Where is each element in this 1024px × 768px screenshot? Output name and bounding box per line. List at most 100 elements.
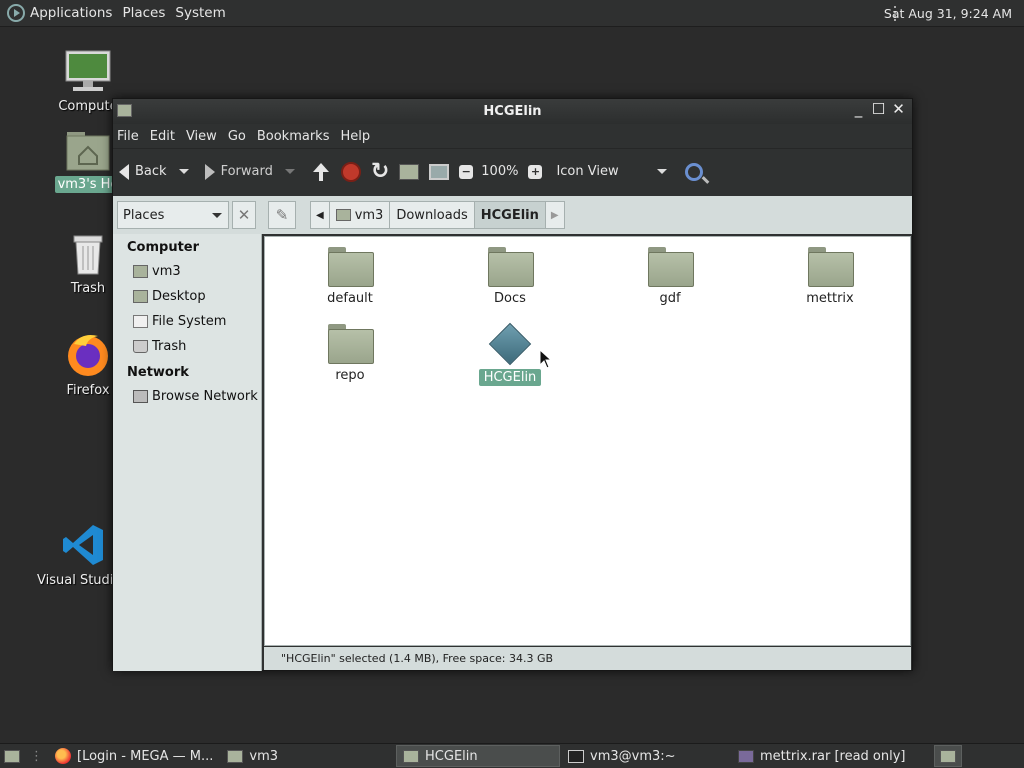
- forward-arrow-icon: [204, 163, 215, 180]
- clock[interactable]: Sat Aug 31, 9:24 AM: [884, 6, 1012, 21]
- sidebar-heading-computer: Computer: [127, 240, 200, 255]
- file-name: Docs: [494, 291, 526, 306]
- workspace-switcher[interactable]: [933, 745, 962, 767]
- breadcrumb-scroll-right[interactable]: ▶: [546, 202, 564, 228]
- sidebar-item-vm3[interactable]: vm3: [113, 259, 261, 284]
- mouse-pointer-icon: [539, 349, 553, 369]
- home-icon: [399, 163, 420, 180]
- forward-button[interactable]: Forward: [204, 163, 295, 180]
- forward-history-dropdown[interactable]: [284, 169, 295, 174]
- file-name: mettrix: [806, 291, 854, 306]
- window-titlebar[interactable]: HCGElin _ ☐ ✕: [113, 99, 912, 124]
- pencil-icon: ✎: [275, 206, 289, 224]
- task-terminal[interactable]: vm3@vm3:~: [562, 745, 730, 767]
- terminal-icon: [568, 749, 585, 763]
- breadcrumb-scroll-left[interactable]: ◀: [311, 202, 330, 228]
- network-icon: [133, 390, 148, 403]
- vscode-icon: [63, 525, 103, 565]
- menu-applications[interactable]: Applications: [30, 5, 112, 21]
- folder-icon: [227, 749, 244, 763]
- minimize-button[interactable]: _: [851, 102, 866, 117]
- file-item-repo[interactable]: repo: [300, 324, 400, 383]
- zoom-in-button[interactable]: +: [528, 164, 543, 179]
- zoom-out-button[interactable]: −: [459, 164, 474, 179]
- task-label: [Login - MEGA — M...: [77, 748, 214, 764]
- back-history-dropdown[interactable]: [178, 169, 189, 174]
- menu-go[interactable]: Go: [228, 129, 246, 144]
- folder-icon: [808, 247, 854, 287]
- file-name: gdf: [659, 291, 681, 306]
- status-bar: "HCGElin" selected (1.4 MB), Free space:…: [264, 647, 911, 670]
- distro-logo-icon[interactable]: [7, 4, 25, 22]
- computer-icon: [429, 163, 450, 180]
- menu-help[interactable]: Help: [340, 129, 370, 144]
- menu-view[interactable]: View: [186, 129, 217, 144]
- task-firefox[interactable]: [Login - MEGA — M...: [49, 745, 219, 767]
- sidebar-item-file-system[interactable]: File System: [113, 309, 261, 334]
- home-folder-icon: [66, 132, 110, 171]
- file-name: repo: [335, 368, 365, 383]
- menu-edit[interactable]: Edit: [150, 129, 175, 144]
- sidebar-item-browse-network[interactable]: Browse Network: [113, 384, 261, 409]
- task-vm3[interactable]: vm3: [221, 745, 284, 767]
- panel-separator: ⋮: [30, 748, 43, 764]
- desktop-icon-label: Firefox: [66, 383, 110, 398]
- back-arrow-icon: [119, 163, 129, 180]
- file-item-default[interactable]: default: [300, 247, 400, 306]
- stop-button[interactable]: [340, 161, 361, 182]
- file-item-gdf[interactable]: gdf: [620, 247, 720, 306]
- menu-bookmarks[interactable]: Bookmarks: [257, 129, 330, 144]
- home-button[interactable]: [399, 163, 420, 180]
- close-sidebar-button[interactable]: ✕: [232, 201, 256, 229]
- show-desktop-button[interactable]: [0, 745, 24, 767]
- task-mettrix-rar[interactable]: mettrix.rar [read only]: [732, 745, 911, 767]
- sidebar-item-trash[interactable]: Trash: [113, 334, 261, 359]
- view-mode-label: Icon View: [556, 164, 619, 179]
- edit-location-button[interactable]: ✎: [268, 201, 296, 229]
- top-panel: Applications Places System Sat Aug 31, 9…: [0, 0, 1024, 27]
- task-hcgelin[interactable]: HCGElin: [396, 745, 561, 767]
- file-item-mettrix[interactable]: mettrix: [780, 247, 880, 306]
- desktop-icon-label: Compute: [58, 99, 118, 114]
- sidebar-pane-label: Places: [123, 207, 165, 223]
- search-button[interactable]: [684, 162, 703, 181]
- task-label: vm3@vm3:~: [590, 748, 676, 764]
- breadcrumb-downloads[interactable]: Downloads: [390, 202, 475, 228]
- back-button[interactable]: Back: [119, 163, 189, 180]
- file-name: HCGElin: [478, 369, 542, 386]
- menu-file[interactable]: File: [117, 129, 139, 144]
- task-label: HCGElin: [425, 748, 478, 764]
- archive-icon: [738, 749, 755, 763]
- breadcrumb-hcgelin[interactable]: HCGElin: [474, 202, 546, 228]
- up-button[interactable]: [311, 162, 331, 182]
- sidebar-heading-network: Network: [127, 365, 189, 380]
- close-button[interactable]: ✕: [891, 102, 906, 117]
- places-sidebar: Computer vm3 Desktop File System Trash N…: [113, 234, 262, 671]
- view-mode-select[interactable]: Icon View: [556, 164, 667, 179]
- sidebar-item-label: File System: [152, 314, 227, 329]
- sidebar-pane-select[interactable]: Places: [117, 201, 229, 229]
- menu-places[interactable]: Places: [122, 5, 165, 21]
- computer-button[interactable]: [429, 163, 450, 180]
- menu-system[interactable]: System: [175, 5, 225, 21]
- task-label: vm3: [249, 748, 279, 764]
- reload-button[interactable]: ↻: [371, 160, 389, 182]
- folder-icon: [403, 749, 420, 763]
- folder-icon: [648, 247, 694, 287]
- desktop-icon-label: Trash: [70, 281, 106, 296]
- file-view[interactable]: default Docs gdf mettrix repo HCGElin: [264, 236, 911, 646]
- breadcrumb-vm3[interactable]: vm3: [330, 202, 391, 228]
- file-item-docs[interactable]: Docs: [460, 247, 560, 306]
- firefox-icon: [55, 748, 71, 764]
- sidebar-item-desktop[interactable]: Desktop: [113, 284, 261, 309]
- file-name: default: [327, 291, 373, 306]
- maximize-button[interactable]: ☐: [871, 102, 886, 117]
- back-label: Back: [135, 164, 167, 179]
- computer-icon: [65, 50, 111, 91]
- breadcrumb: ◀ vm3 Downloads HCGElin ▶: [310, 201, 565, 229]
- toolbar: Back Forward ↻ − 100% + Icon View: [113, 148, 912, 194]
- folder-icon: [328, 324, 374, 364]
- desktop-folder-icon: [133, 290, 148, 303]
- home-icon: [335, 209, 351, 221]
- bottom-panel: ⋮ [Login - MEGA — M... vm3 HCGElin vm3@v…: [0, 743, 1024, 768]
